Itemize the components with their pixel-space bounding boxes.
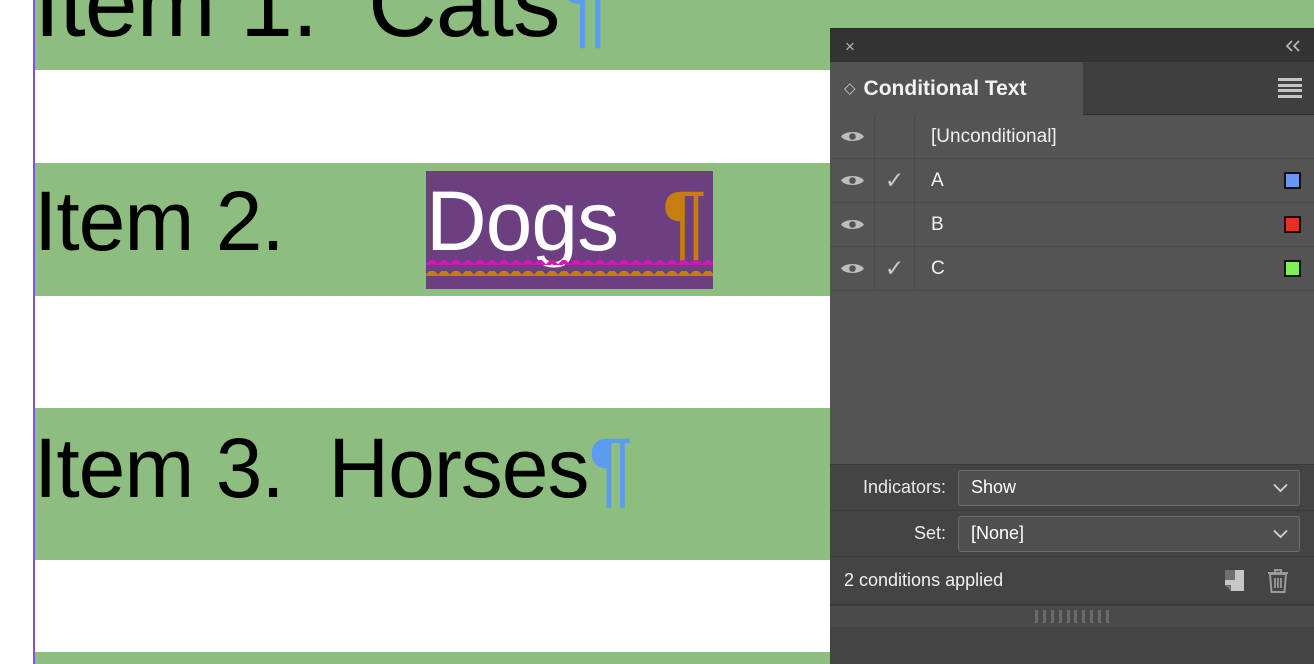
close-icon[interactable]: × <box>839 35 861 57</box>
panel-controls: Indicators: Show Set: [None] 2 condition… <box>830 465 1314 605</box>
condition-color-swatch <box>1283 260 1301 277</box>
pilcrow-icon: ¶ <box>559 0 611 57</box>
panel-resize-footer[interactable] <box>830 605 1314 627</box>
visibility-toggle[interactable] <box>830 158 875 203</box>
eye-icon <box>840 264 864 273</box>
panel-title: Conditional Text <box>863 76 1027 100</box>
document-line-2-prefix: Item 2. <box>34 174 329 268</box>
conditional-text-run-dogs[interactable]: Dogs ¶ <box>426 171 713 289</box>
check-icon: ✓ <box>884 167 905 193</box>
condition-name: [Unconditional] <box>931 125 1057 147</box>
document-line-3[interactable]: Item 3. Horses¶ <box>34 420 634 517</box>
status-text: 2 conditions applied <box>844 570 1004 590</box>
condition-color-swatch <box>1283 216 1301 233</box>
delete-condition-button[interactable] <box>1256 561 1300 601</box>
new-condition-button[interactable] <box>1212 561 1256 601</box>
resize-grip-icon[interactable] <box>1035 610 1109 623</box>
condition-row-a[interactable]: ✓ A <box>830 158 1314 203</box>
new-page-icon <box>1224 570 1244 591</box>
condition-name: A <box>931 169 944 191</box>
visibility-toggle[interactable] <box>830 114 875 159</box>
condition-swatch-slot[interactable] <box>1270 247 1314 291</box>
condition-row-c[interactable]: ✓ C <box>830 246 1314 291</box>
pilcrow-icon: ¶ <box>588 421 634 515</box>
set-label: Set: <box>913 523 946 543</box>
condition-underline-orange <box>426 267 713 276</box>
visibility-toggle[interactable] <box>830 202 875 247</box>
document-line-1[interactable]: Item 1. Cats¶ <box>34 0 611 59</box>
set-row: Set: [None] <box>830 511 1314 557</box>
panel-title-bar: × <box>830 29 1314 62</box>
document-line-3-text: Item 3. Horses <box>34 421 590 515</box>
condition-name: B <box>931 213 944 235</box>
indicators-select[interactable]: Show <box>958 469 1300 506</box>
set-value: [None] <box>971 523 1025 543</box>
indicators-value: Show <box>971 477 1017 497</box>
eye-icon <box>840 176 864 185</box>
visibility-toggle[interactable] <box>830 246 875 291</box>
set-select[interactable]: [None] <box>958 515 1300 552</box>
chevron-down-icon <box>1273 480 1288 495</box>
condition-color-swatch <box>1283 172 1301 189</box>
applied-toggle[interactable] <box>875 202 915 247</box>
document-line-2[interactable]: Item 2. <box>34 173 328 270</box>
trash-icon <box>1268 568 1288 593</box>
collapse-panel-icon[interactable] <box>1282 35 1304 57</box>
tab-conditional-text[interactable]: ◇ Conditional Text <box>830 62 1083 115</box>
indicators-row: Indicators: Show <box>830 465 1314 511</box>
condition-name: C <box>931 257 945 279</box>
condition-row-unconditional[interactable]: [Unconditional] <box>830 114 1314 159</box>
condition-swatch-slot <box>1270 115 1314 159</box>
eye-icon <box>840 132 864 141</box>
panel-status-row: 2 conditions applied <box>830 557 1314 605</box>
diamond-icon: ◇ <box>844 80 856 97</box>
condition-swatch-slot[interactable] <box>1270 159 1314 203</box>
condition-row-b[interactable]: B <box>830 202 1314 247</box>
conditions-list: [Unconditional] ✓ A B ✓ C <box>830 114 1314 465</box>
conditional-text-panel: × ◇ Conditional Text [Unconditional] ✓ A… <box>830 28 1314 664</box>
chevron-down-icon <box>1273 526 1288 541</box>
condition-underline-magenta <box>426 256 713 265</box>
applied-toggle[interactable]: ✓ <box>875 158 915 203</box>
applied-toggle[interactable] <box>875 114 915 159</box>
condition-swatch-slot[interactable] <box>1270 203 1314 247</box>
text-frame-edge <box>33 0 35 664</box>
hamburger-menu-icon[interactable] <box>1278 78 1302 98</box>
applied-toggle[interactable]: ✓ <box>875 246 915 291</box>
eye-icon <box>840 220 864 229</box>
screen: Item 1. Cats¶ Item 2. Dogs ¶ Item 3. Hor… <box>0 0 1314 664</box>
check-icon: ✓ <box>884 255 905 281</box>
panel-tab-bar: ◇ Conditional Text <box>830 62 1314 115</box>
indicators-label: Indicators: <box>862 477 946 497</box>
document-line-1-text: Item 1. Cats <box>34 0 561 57</box>
